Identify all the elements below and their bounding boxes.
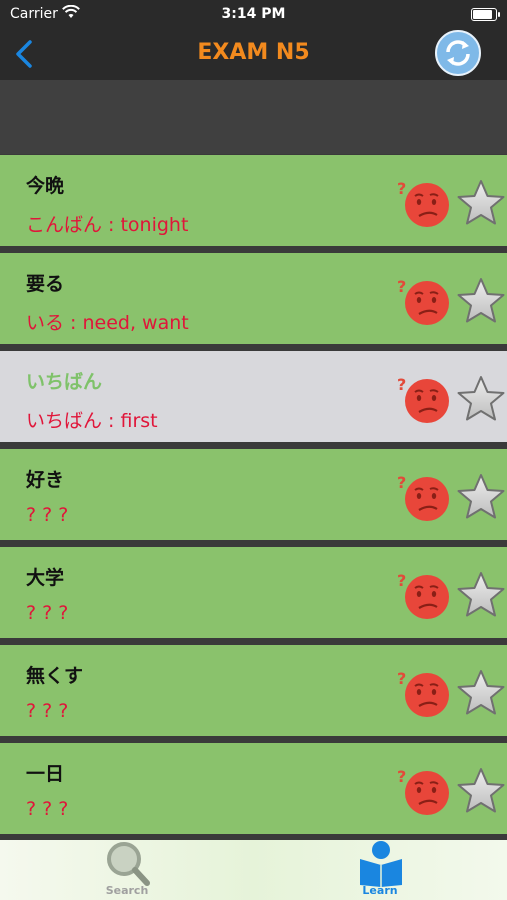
- page-title: EXAM N5: [197, 40, 310, 65]
- star-icon[interactable]: [456, 178, 506, 228]
- tab-search-label: Search: [105, 884, 149, 897]
- star-icon[interactable]: [456, 276, 506, 326]
- vocab-meaning: ? ? ?: [26, 602, 69, 624]
- vocab-meaning: いちばん : first: [26, 410, 158, 432]
- star-icon[interactable]: [456, 472, 506, 522]
- vocab-word: 大学: [26, 567, 65, 589]
- vocab-word: 要る: [26, 273, 65, 295]
- list-item[interactable]: 大学? ? ? ?: [0, 547, 507, 638]
- nav-bar: EXAM N5: [0, 28, 507, 80]
- star-icon[interactable]: [456, 766, 506, 816]
- status-time: 3:14 PM: [221, 6, 286, 22]
- svg-text:?: ?: [397, 767, 406, 786]
- vocab-meaning: いる : need, want: [26, 312, 189, 334]
- list-item[interactable]: 要るいる : need, want ?: [0, 253, 507, 344]
- confused-face-icon[interactable]: ?: [397, 766, 451, 816]
- vocab-word: 好き: [26, 469, 65, 491]
- vocab-meaning: ? ? ?: [26, 798, 69, 820]
- header-spacer: [0, 80, 507, 154]
- svg-text:?: ?: [397, 669, 406, 688]
- list-item[interactable]: 今晩こんばん : tonight ?: [0, 155, 507, 246]
- vocab-word: いちばん: [26, 371, 103, 393]
- magnifier-icon: [107, 842, 150, 886]
- confused-face-icon[interactable]: ?: [397, 178, 451, 228]
- refresh-button[interactable]: [435, 30, 481, 76]
- vocab-word: 今晩: [26, 175, 65, 197]
- svg-text:?: ?: [397, 179, 406, 198]
- star-icon[interactable]: [456, 374, 506, 424]
- vocab-word: 一日: [26, 763, 65, 785]
- reader-icon: [360, 841, 402, 887]
- vocab-meaning: ? ? ?: [26, 700, 69, 722]
- vocab-meaning: こんばん : tonight: [26, 214, 189, 236]
- status-bar: Carrier 3:14 PM: [0, 0, 507, 28]
- confused-face-icon[interactable]: ?: [397, 668, 451, 718]
- svg-text:?: ?: [397, 375, 406, 394]
- tab-learn-label: Learn: [362, 884, 398, 897]
- vocabulary-list: 今晩こんばん : tonight ? 要るいる : need, want ? い…: [0, 155, 507, 841]
- battery-icon: [471, 8, 500, 21]
- svg-text:?: ?: [397, 473, 406, 492]
- confused-face-icon[interactable]: ?: [397, 276, 451, 326]
- svg-text:?: ?: [397, 277, 406, 296]
- list-item[interactable]: 無くす? ? ? ?: [0, 645, 507, 736]
- tab-learn[interactable]: Learn: [320, 840, 440, 900]
- refresh-icon: [446, 40, 470, 66]
- confused-face-icon[interactable]: ?: [397, 570, 451, 620]
- vocab-word: 無くす: [26, 665, 84, 687]
- vocab-meaning: ? ? ?: [26, 504, 69, 526]
- star-icon[interactable]: [456, 668, 506, 718]
- svg-text:?: ?: [397, 571, 406, 590]
- list-item[interactable]: 好き? ? ? ?: [0, 449, 507, 540]
- star-icon[interactable]: [456, 570, 506, 620]
- confused-face-icon[interactable]: ?: [397, 472, 451, 522]
- tab-bar: Search Learn: [0, 840, 507, 900]
- confused-face-icon[interactable]: ?: [397, 374, 451, 424]
- list-item[interactable]: 一日? ? ? ?: [0, 743, 507, 834]
- tab-search[interactable]: Search: [67, 840, 187, 900]
- list-item[interactable]: いちばんいちばん : first ?: [0, 351, 507, 442]
